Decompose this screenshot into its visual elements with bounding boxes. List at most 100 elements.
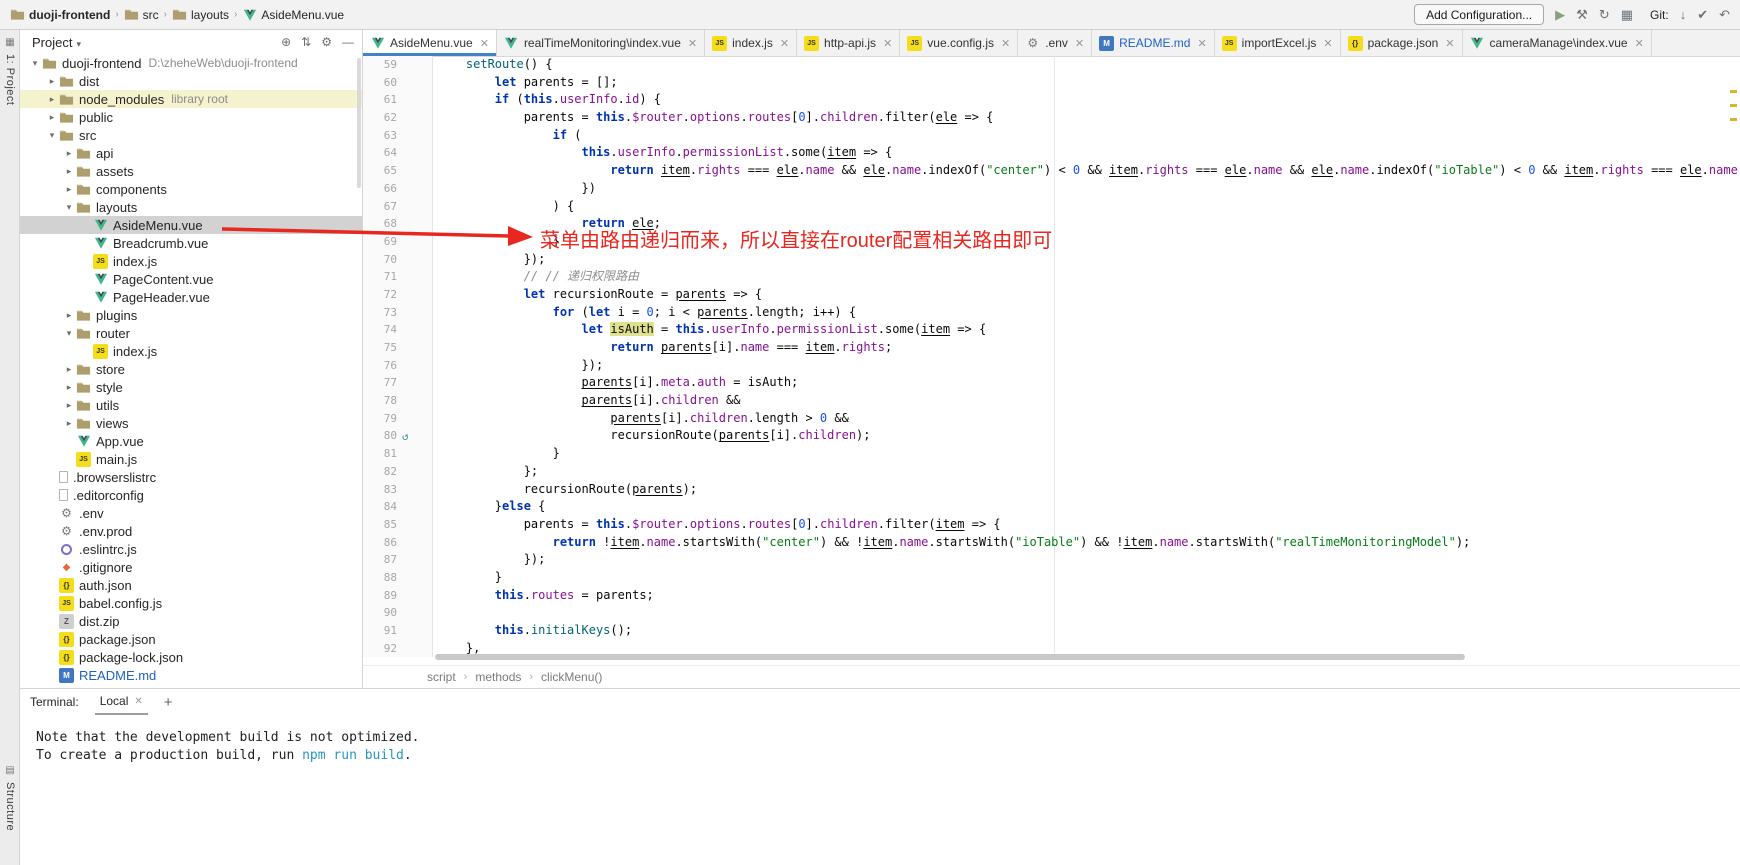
line-number[interactable]: 72 [363,286,397,304]
line-number[interactable]: 87 [363,551,397,569]
code-text[interactable]: }; [433,463,538,481]
tree-item-assets[interactable]: ▸assets [20,162,362,180]
line-number[interactable]: 71 [363,268,397,286]
line-number[interactable]: 85 [363,516,397,534]
line-number[interactable]: 68 [363,215,397,233]
tree-item-pageheader-vue[interactable]: PageHeader.vue [20,288,362,306]
line-number[interactable]: 63 [363,127,397,145]
locate-icon[interactable]: ⊕ [281,35,291,49]
tree-item-pagecontent-vue[interactable]: PageContent.vue [20,270,362,288]
breadcrumb-script[interactable]: script [427,670,456,684]
tab-importexcel-js[interactable]: JSimportExcel.js✕ [1215,30,1341,56]
tree-item-duoji-frontend[interactable]: ▾duoji-frontendD:\zheheWeb\duoji-fronten… [20,54,362,72]
tree-item-src[interactable]: ▾src [20,126,362,144]
build-button[interactable]: ⚒ [1576,8,1588,21]
close-tab-icon[interactable]: ✕ [480,37,489,50]
update-project-button[interactable]: ↻ [1599,8,1610,21]
tab-env[interactable]: ⚙.env✕ [1018,30,1092,56]
line-number[interactable]: 83 [363,481,397,499]
tree-item-env-prod[interactable]: ⚙.env.prod [20,522,362,540]
tree-item-node-modules[interactable]: ▸node_moduleslibrary root [20,90,362,108]
tree-item-gitignore[interactable]: ◆.gitignore [20,558,362,576]
close-tab-icon[interactable]: ✕ [1323,37,1332,50]
close-tab-icon[interactable]: ✕ [883,37,892,50]
tool-window-project-button[interactable]: ▦ 1: Project [0,37,20,105]
line-number[interactable]: 75 [363,339,397,357]
close-tab-icon[interactable]: ✕ [1075,37,1084,50]
view-options-icon[interactable]: ⇅ [301,35,311,49]
code-text[interactable]: if ( [433,127,582,145]
line-number[interactable]: 92 [363,640,397,658]
tree-item-app-vue[interactable]: App.vue [20,432,362,450]
code-text[interactable]: this.initialKeys(); [433,622,632,640]
line-number[interactable]: 73 [363,304,397,322]
line-number[interactable]: 67 [363,198,397,216]
tab-package-json[interactable]: {}package.json✕ [1341,30,1463,56]
expand-arrow-icon[interactable]: ▸ [45,76,59,87]
tree-item-dist[interactable]: ▸dist [20,72,362,90]
code-text[interactable]: parents = this.$router.options.routes[0]… [433,109,993,127]
line-number[interactable]: 70 [363,251,397,269]
expand-arrow-icon[interactable]: ▸ [62,418,76,429]
breadcrumb-clickmenu[interactable]: clickMenu() [541,670,602,684]
tree-item-utils[interactable]: ▸utils [20,396,362,414]
code-text[interactable]: } [433,569,502,587]
line-number[interactable]: 88 [363,569,397,587]
terminal-output[interactable]: Note that the development build is not o… [20,715,1740,765]
code-text[interactable]: parents = this.$router.options.routes[0]… [433,516,1001,534]
code-text[interactable]: for (let i = 0; i < parents.length; i++)… [433,304,856,322]
code-text[interactable]: }); [433,251,545,269]
close-tab-icon[interactable]: ✕ [1197,37,1206,50]
warning-stripe-mark[interactable] [1730,104,1737,107]
add-configuration-button[interactable]: Add Configuration... [1414,4,1544,25]
close-tab-icon[interactable]: ✕ [688,37,697,50]
run-button[interactable]: ▶ [1555,8,1565,21]
expand-arrow-icon[interactable]: ▸ [62,184,76,195]
tree-item-public[interactable]: ▸public [20,108,362,126]
code-text[interactable]: this.userInfo.permissionList.some(item =… [433,144,892,162]
expand-arrow-icon[interactable]: ▾ [28,58,42,69]
tree-item-package-json[interactable]: {}package.json [20,630,362,648]
code-text[interactable]: }); [433,357,603,375]
line-number[interactable]: 90 [363,604,397,622]
code-text[interactable]: return item.rights === ele.name && ele.n… [433,162,1738,180]
code-text[interactable]: return !item.name.startsWith("center") &… [433,534,1470,552]
breadcrumb-item-layouts[interactable]: layouts [172,7,229,22]
tree-item-plugins[interactable]: ▸plugins [20,306,362,324]
tree-item-api[interactable]: ▸api [20,144,362,162]
line-number[interactable]: 80 [363,427,397,445]
close-icon[interactable]: ✕ [134,696,142,707]
project-view-selector[interactable]: Project▾ [32,35,81,50]
code-text[interactable]: this.routes = parents; [433,587,654,605]
close-tab-icon[interactable]: ✕ [1001,37,1010,50]
new-terminal-button[interactable]: + [164,694,173,711]
code-text[interactable]: }) [433,180,596,198]
tool-window-structure-button[interactable]: ▤ Structure [0,765,20,831]
tree-item-browserslistrc[interactable]: .browserslistrc [20,468,362,486]
tree-item-router[interactable]: ▾router [20,324,362,342]
code-text[interactable]: return parents[i].name === item.rights; [433,339,892,357]
line-number[interactable]: 60 [363,74,397,92]
expand-arrow-icon[interactable]: ▸ [62,364,76,375]
tab-readme-md[interactable]: MREADME.md✕ [1092,30,1215,56]
warning-stripe-mark[interactable] [1730,118,1737,121]
tree-item-babel-config-js[interactable]: JSbabel.config.js [20,594,362,612]
tree-item-asidemenu-vue[interactable]: AsideMenu.vue [20,216,362,234]
gear-icon[interactable]: ⚙ [321,35,332,49]
code-text[interactable]: if (this.userInfo.id) { [433,91,661,109]
line-number[interactable]: 76 [363,357,397,375]
layout-button[interactable]: ▦ [1621,8,1633,21]
code-text[interactable]: } [433,445,560,463]
code-text[interactable]: recursionRoute(parents); [433,481,697,499]
expand-arrow-icon[interactable]: ▸ [62,382,76,393]
tree-item-auth-json[interactable]: {}auth.json [20,576,362,594]
line-number[interactable]: 74 [363,321,397,339]
code-text[interactable]: // // 递归权限路由 [433,268,639,286]
close-tab-icon[interactable]: ✕ [1445,37,1454,50]
expand-arrow-icon[interactable]: ▸ [62,400,76,411]
code-text[interactable]: parents[i].children.length > 0 && [433,410,849,428]
close-tab-icon[interactable]: ✕ [1635,37,1644,50]
tab-vue-config-js[interactable]: JSvue.config.js✕ [900,30,1018,56]
expand-arrow-icon[interactable]: ▸ [45,112,59,123]
tree-item-eslintrc-js[interactable]: .eslintrc.js [20,540,362,558]
